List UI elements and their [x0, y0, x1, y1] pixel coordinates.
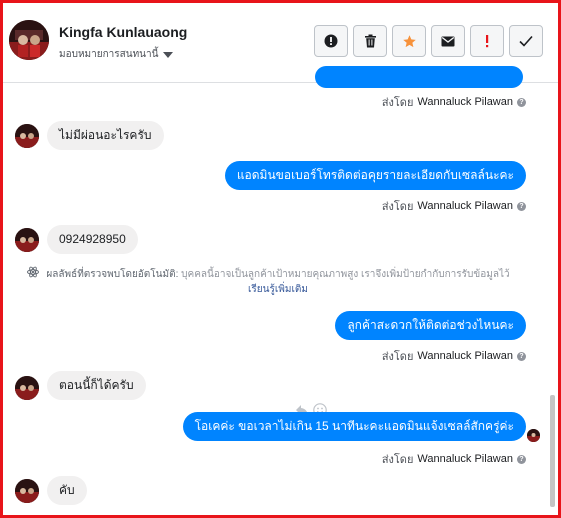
message-bubble-out[interactable]: แอดมินขอเบอร์โทรติดต่อคุยรายละเอียดกับเซ…	[224, 161, 526, 190]
mark-spam-button[interactable]	[314, 25, 348, 57]
follow-up-button[interactable]	[470, 25, 504, 57]
sent-by-prefix: ส่งโดย	[381, 351, 414, 363]
agent-name: Wannaluck Pilawan	[417, 453, 513, 465]
message-bubble-out[interactable]: โอเคค่ะ ขอเวลาไม่เกิน 15 นาทีนะคะแอดมินแ…	[182, 412, 526, 441]
trash-icon	[364, 34, 376, 48]
sent-by-label: ส่งโดย Wannaluck Pilawan ?	[382, 93, 526, 111]
message-bubble-out-partial	[315, 66, 523, 88]
info-icon[interactable]: ?	[517, 97, 526, 107]
agent-name: Wannaluck Pilawan	[417, 350, 513, 362]
sent-by-prefix: ส่งโดย	[381, 454, 414, 466]
contact-name[interactable]: Kingfa Kunlauaong	[59, 24, 187, 40]
mark-done-button[interactable]	[509, 25, 543, 57]
mark-unread-button[interactable]	[431, 25, 465, 57]
contact-avatar-small[interactable]	[15, 479, 39, 503]
message-bubble-in[interactable]: 0924928950	[47, 225, 138, 254]
chevron-down-icon	[163, 51, 174, 58]
auto-detected-text: บุคคลนี้อาจเป็นลูกค้าเป้าหมายคุณภาพสูง เ…	[181, 269, 510, 280]
learn-more-link[interactable]: เรียนรู้เพิ่มเติม	[248, 284, 308, 295]
star-icon	[402, 34, 416, 47]
sent-by-label: ส่งโดย Wannaluck Pilawan ?	[382, 450, 526, 468]
message-thread[interactable]: ส่งโดย Wannaluck Pilawan ? ไม่มีผ่อนอะไร…	[3, 66, 550, 515]
info-icon[interactable]: ?	[517, 351, 526, 361]
contact-avatar-small[interactable]	[15, 124, 39, 148]
conversation-window: Kingfa Kunlauaong มอบหมายการสนทนานี้ ส่ง…	[0, 0, 561, 518]
delete-button[interactable]	[353, 25, 387, 57]
star-button[interactable]	[392, 25, 426, 57]
checkmark-icon	[519, 35, 533, 47]
message-bubble-in[interactable]: ตอนนี้ก็ได้ครับ	[47, 371, 146, 400]
exclamation-icon	[486, 35, 489, 48]
contact-avatar-small[interactable]	[15, 228, 39, 252]
info-icon[interactable]: ?	[517, 201, 526, 211]
message-bubble-in[interactable]: คับ	[47, 476, 87, 505]
header-actions	[314, 25, 543, 57]
atom-icon	[27, 266, 39, 278]
scrollbar-thumb[interactable]	[550, 395, 555, 507]
message-bubble-in[interactable]: ไม่มีผ่อนอะไรครับ	[47, 121, 164, 150]
sent-by-prefix: ส่งโดย	[381, 201, 414, 213]
assign-conversation-dropdown[interactable]: มอบหมายการสนทนานี้	[59, 47, 174, 62]
seen-avatar	[527, 429, 540, 442]
assign-label: มอบหมายการสนทนานี้	[59, 49, 159, 60]
agent-name: Wannaluck Pilawan	[417, 96, 513, 108]
agent-name: Wannaluck Pilawan	[417, 200, 513, 212]
contact-avatar[interactable]	[9, 20, 49, 60]
auto-detected-label: ผลลัพธ์ที่ตรวจพบโดยอัตโนมัติ:	[46, 269, 179, 280]
contact-avatar-small[interactable]	[15, 376, 39, 400]
exclamation-circle-icon	[324, 34, 338, 48]
envelope-icon	[441, 36, 455, 46]
message-bubble-out[interactable]: ลูกค้าสะดวกให้ติดต่อช่วงไหนคะ	[335, 311, 526, 340]
sent-by-label: ส่งโดย Wannaluck Pilawan ?	[382, 197, 526, 215]
sent-by-prefix: ส่งโดย	[381, 97, 414, 109]
info-icon[interactable]: ?	[517, 454, 526, 464]
sent-by-label: ส่งโดย Wannaluck Pilawan ?	[382, 347, 526, 365]
auto-detected-notice: ผลลัพธ์ที่ตรวจพบโดยอัตโนมัติ: บุคคลนี้อา…	[43, 267, 513, 297]
